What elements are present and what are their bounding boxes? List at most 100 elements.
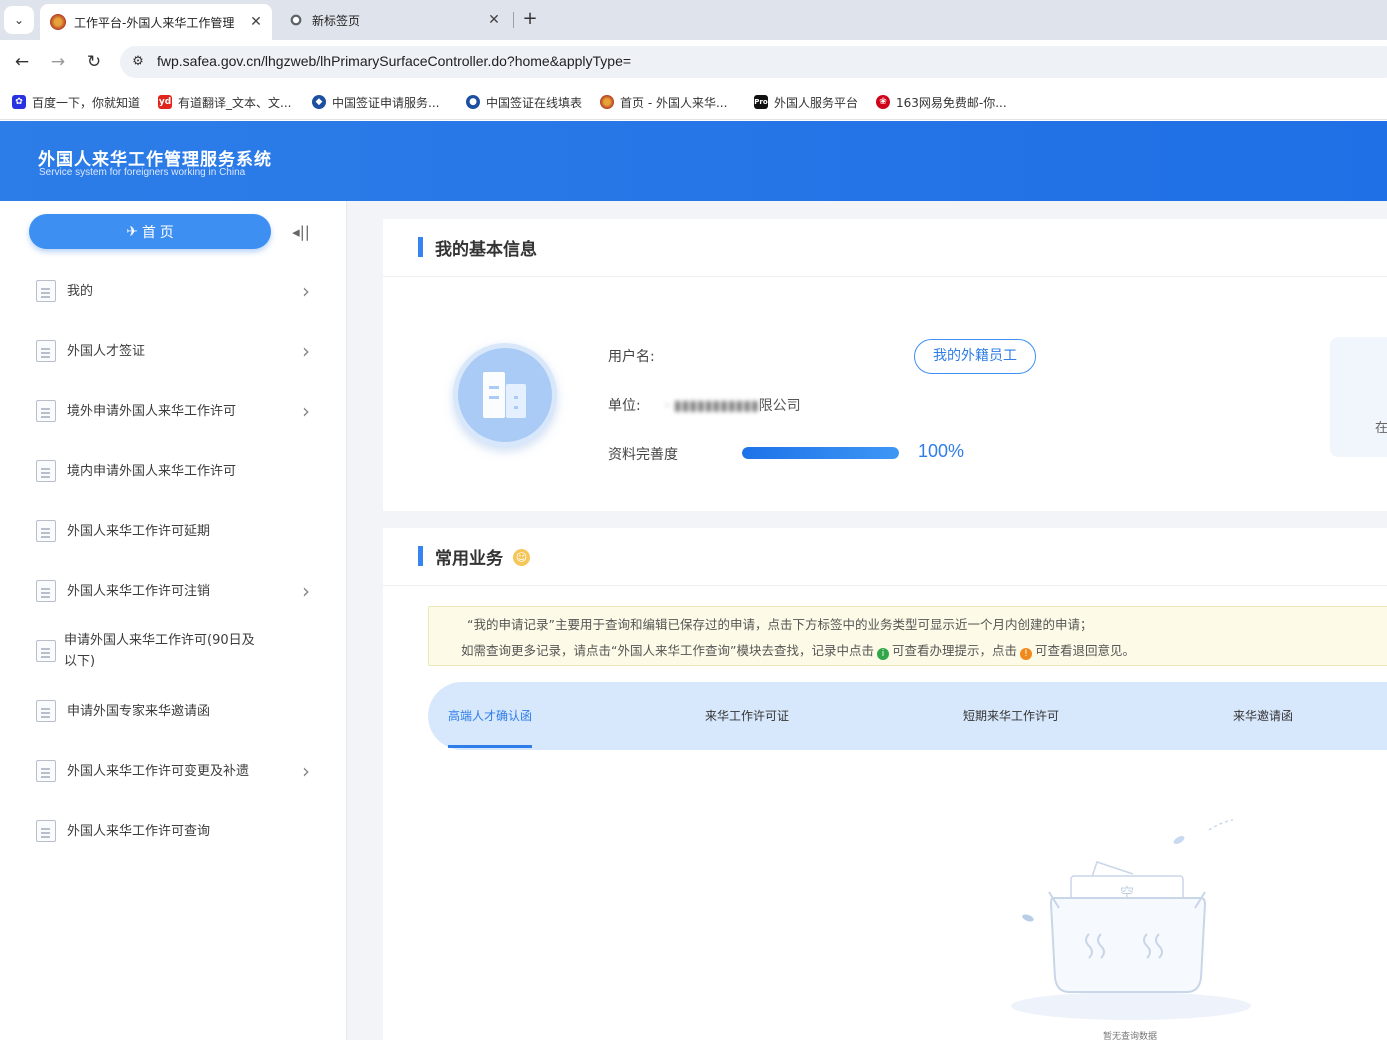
card-header: 我的基本信息: [383, 219, 1387, 277]
basic-info-card: 我的基本信息 用户名: 我的外籍员工 单位: · ▮▮▮▮▮▮▮▮▮▮▮限公司 …: [383, 219, 1387, 511]
notice-line-1: “我的申请记录”主要用于查询和编辑已保存过的申请，点击下方标签中的业务类型可显示…: [467, 617, 1093, 632]
bookmark-fwp-home[interactable]: 首页 - 外国人来华...: [600, 93, 727, 111]
sidebar-item-label: 我的: [67, 283, 94, 299]
back-arrow-icon[interactable]: ←: [10, 50, 34, 74]
unit-label: 单位:: [608, 398, 641, 414]
sidebar-item-label: 外国人来华工作许可变更及补遗: [67, 763, 250, 779]
baidu-paw-icon: ✿: [12, 95, 26, 109]
close-tab-icon[interactable]: ✕: [246, 14, 266, 30]
collapse-sidebar-icon[interactable]: ◂||: [289, 221, 313, 243]
notice-box: “我的申请记录”主要用于查询和编辑已保存过的申请，点击下方标签中的业务类型可显示…: [428, 606, 1387, 666]
site-favicon-icon: [50, 14, 66, 30]
sidebar-item-permit-extension[interactable]: 外国人来华工作许可延期: [0, 501, 346, 561]
bookmark-visa-service[interactable]: ◆ 中国签证申请服务...: [312, 93, 439, 111]
common-business-card: 常用业务 ☺ “我的申请记录”主要用于查询和编辑已保存过的申请，点击下方标签中的…: [383, 528, 1387, 1040]
heading-accent-bar: [418, 237, 423, 257]
chevron-right-icon: ›: [302, 279, 310, 303]
sidebar-item-talent-visa[interactable]: 外国人才签证 ›: [0, 321, 346, 381]
url-text[interactable]: fwp.safea.gov.cn/lhgzweb/lhPrimarySurfac…: [157, 53, 631, 69]
tab-title: 工作平台-外国人来华工作管理: [74, 15, 235, 30]
chevron-right-icon: ›: [302, 399, 310, 423]
side-panel-text: 在: [1375, 421, 1387, 436]
bookmark-163-mail[interactable]: ❀ 163网易免费邮-你...: [876, 93, 1007, 111]
browser-tab-active[interactable]: 工作平台-外国人来华工作管理 ✕: [40, 4, 272, 40]
sidebar-item-label: 外国人来华工作许可查询: [67, 823, 211, 839]
username-label: 用户名:: [608, 349, 655, 365]
sidebar-item-label: 申请外国人来华工作许可(90日及以下): [64, 633, 255, 669]
completeness-label: 资料完善度: [608, 447, 678, 463]
heading-accent-bar: [418, 546, 423, 566]
notice-text: 可查看办理提示，点击: [891, 643, 1017, 658]
tab-high-end-talent[interactable]: 高端人才确认函: [448, 707, 532, 724]
browser-toolbar: ← → ↻ ⚙ fwp.safea.gov.cn/lhgzweb/lhPrima…: [0, 40, 1387, 84]
sidebar-item-domestic-permit[interactable]: 境内申请外国人来华工作许可: [0, 441, 346, 501]
app-header: 外国人来华工作管理服务系统 Service system for foreign…: [0, 121, 1387, 201]
right-side-panel[interactable]: 在: [1330, 337, 1387, 457]
sidebar-item-mine[interactable]: 我的 ›: [0, 261, 346, 321]
browser-tab-newtab[interactable]: 新标签页 ✕: [278, 4, 510, 36]
home-button[interactable]: ✈ 首 页: [29, 214, 271, 249]
unit-value: · ▮▮▮▮▮▮▮▮▮▮▮限公司: [665, 395, 801, 415]
completeness-progress-bar: [742, 447, 899, 459]
site-info-icon[interactable]: ⚙: [128, 52, 148, 72]
card-header: 常用业务 ☺: [383, 528, 1387, 586]
sidebar-item-expert-invitation[interactable]: 申请外国专家来华邀请函: [0, 681, 346, 741]
bookmark-label: 有道翻译_文本、文...: [178, 95, 292, 110]
visa-form-icon: ●: [466, 95, 480, 109]
bookmark-label: 外国人服务平台: [774, 95, 859, 110]
bookmark-label: 百度一下，你就知道: [32, 95, 141, 110]
bookmark-label: 中国签证在线填表: [486, 95, 583, 110]
warning-orange-icon: !: [1019, 648, 1032, 660]
visa-service-icon: ◆: [312, 95, 326, 109]
bookmark-youdao[interactable]: yd 有道翻译_文本、文...: [158, 93, 291, 111]
youdao-icon: yd: [158, 95, 172, 109]
emblem-icon: [600, 95, 614, 109]
document-icon: [36, 280, 56, 302]
bookmark-visa-form[interactable]: ● 中国签证在线填表: [466, 93, 582, 111]
sidebar-item-label: 外国人来华工作许可延期: [67, 523, 211, 539]
home-button-label: 首 页: [141, 223, 174, 240]
tab-work-permit[interactable]: 来华工作许可证: [705, 707, 789, 724]
netease-mail-icon: ❀: [876, 95, 890, 109]
document-icon: [36, 760, 56, 782]
sidebar-item-permit-query[interactable]: 外国人来华工作许可查询: [0, 801, 346, 861]
forward-arrow-icon[interactable]: →: [46, 50, 70, 74]
tab-search-button[interactable]: ⌄: [4, 6, 34, 34]
document-icon: [36, 460, 56, 482]
chevron-down-icon: ⌄: [13, 13, 25, 27]
bookmark-label: 首页 - 外国人来华...: [620, 95, 728, 110]
address-bar[interactable]: ⚙ fwp.safea.gov.cn/lhgzweb/lhPrimarySurf…: [120, 46, 1387, 78]
bookmark-foreigner-service[interactable]: Pro 外国人服务平台: [754, 93, 858, 111]
company-avatar: [453, 343, 557, 447]
my-foreign-staff-button[interactable]: 我的外籍员工: [914, 339, 1036, 374]
new-tab-plus-icon[interactable]: +: [518, 8, 542, 32]
main-content: 我的基本信息 用户名: 我的外籍员工 单位: · ▮▮▮▮▮▮▮▮▮▮▮限公司 …: [347, 201, 1387, 1040]
bookmark-baidu[interactable]: ✿ 百度一下，你就知道: [12, 93, 140, 111]
sidebar-item-label: 外国人才签证: [67, 343, 146, 359]
tab-short-term-permit[interactable]: 短期来华工作许可: [963, 707, 1059, 724]
sidebar-item-permit-cancellation[interactable]: 外国人来华工作许可注销 ›: [0, 561, 346, 621]
sidebar-item-overseas-permit[interactable]: 境外申请外国人来华工作许可 ›: [0, 381, 346, 441]
app-subtitle: Service system for foreigners working in…: [39, 167, 246, 178]
chevron-right-icon: ›: [302, 579, 310, 603]
sidebar-item-label: 境外申请外国人来华工作许可: [67, 403, 237, 419]
tab-invitation-letter[interactable]: 来华邀请函: [1233, 707, 1293, 724]
chrome-icon: [288, 12, 304, 28]
tab-title: 新标签页: [312, 13, 361, 28]
close-tab-icon[interactable]: ✕: [484, 12, 504, 28]
notice-line-2: 如需查询更多记录，请点击“外国人来华工作查询”模块去查找，记录中点击 i 可查看办理…: [461, 640, 1135, 660]
sidebar-item-label: 外国人来华工作许可注销: [67, 583, 211, 599]
progress-fill: [742, 447, 899, 459]
sidebar-item-permit-change[interactable]: 外国人来华工作许可变更及补遗 ›: [0, 741, 346, 801]
browser-tab-strip: ⌄ 工作平台-外国人来华工作管理 ✕ 新标签页 ✕ +: [0, 0, 1387, 40]
sidebar-item-short-term-permit[interactable]: 申请外国人来华工作许可(90日及以下): [0, 621, 346, 681]
send-icon: ✈: [126, 223, 138, 239]
hot-badge-icon: ☺: [513, 549, 530, 566]
document-icon: [36, 580, 56, 602]
reload-icon[interactable]: ↻: [82, 50, 106, 74]
active-tab-underline: [448, 745, 532, 748]
sidebar: ✈ 首 页 ◂|| 我的 › 外国人才签证 › 境外申请外国人来华工作许可 › …: [0, 201, 347, 1040]
unit-redacted: · ▮▮▮▮▮▮▮▮▮▮▮: [665, 398, 759, 414]
empty-box-icon: 空: [1011, 819, 1251, 1020]
chevron-right-icon: ›: [302, 339, 310, 363]
